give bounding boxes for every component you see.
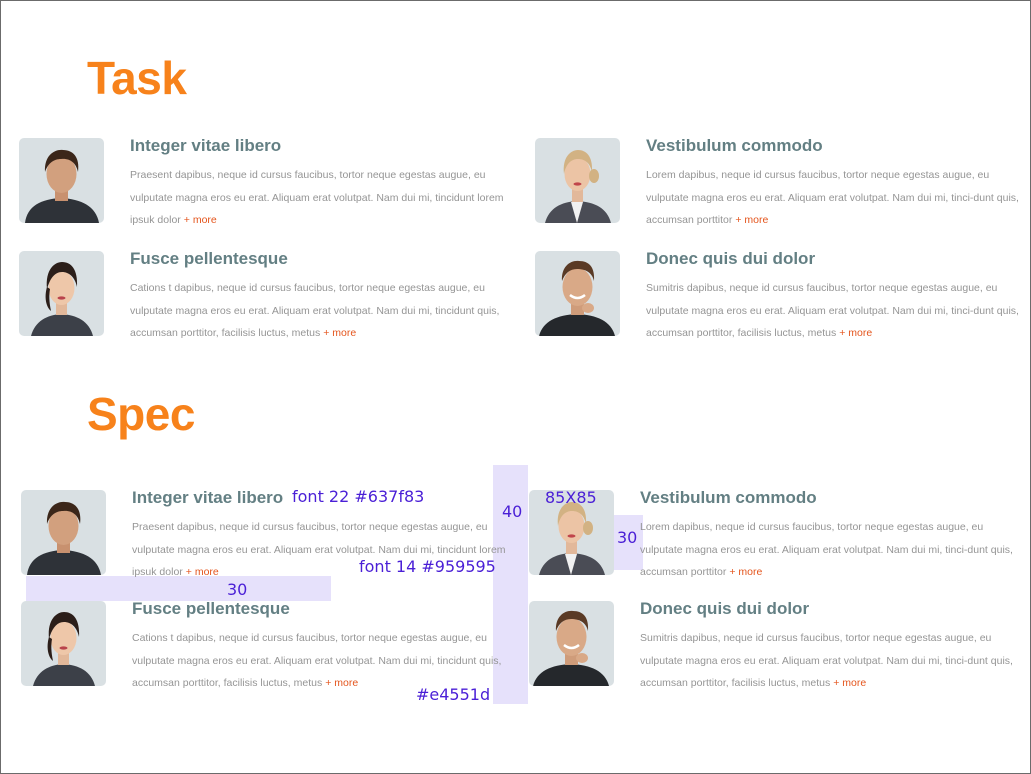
card-body-text: Lorem dapibus, neque id cursus faucibus,…: [646, 169, 1019, 226]
card-body: Praesent dapibus, neque id cursus faucib…: [130, 164, 512, 232]
card-body: Lorem dapibus, neque id cursus faucibus,…: [640, 516, 1022, 584]
task-card-vestibulum: Vestibulum commodo Lorem dapibus, neque …: [535, 136, 1031, 228]
spec-title-font-label: font 22 #637f83: [292, 487, 425, 506]
more-link[interactable]: + more: [186, 566, 219, 578]
task-card-donec: Donec quis dui dolor Sumitris dapibus, n…: [535, 249, 1031, 341]
man-portrait-photo: [529, 601, 614, 686]
card-body-text: Lorem dapibus, neque id cursus faucibus,…: [640, 521, 1013, 578]
man-portrait-photo: [21, 490, 106, 575]
spec-image-size-label: 85X85: [545, 488, 597, 507]
task-section-title: Task: [87, 52, 187, 104]
card-title: Vestibulum commodo: [640, 488, 817, 507]
spec-body-font-label: font 14 #959595: [359, 557, 496, 576]
card-title: Integer vitae libero: [132, 488, 284, 507]
spec-column-gap-label: 40: [502, 502, 523, 521]
card-body: Cations t dapibus, neque id cursus fauci…: [130, 277, 512, 345]
more-link[interactable]: + more: [184, 214, 217, 226]
spec-section-title: Spec: [87, 388, 195, 440]
card-title: Fusce pellentesque: [130, 249, 288, 268]
more-link[interactable]: + more: [839, 327, 872, 339]
card-body: Sumitris dapibus, neque id cursus faucib…: [646, 277, 1028, 345]
card-title: Fusce pellentesque: [132, 599, 290, 618]
woman-portrait-photo: [21, 601, 106, 686]
card-title: Integer vitae libero: [130, 136, 282, 155]
more-link[interactable]: + more: [833, 677, 866, 689]
card-body-text: Cations t dapibus, neque id cursus fauci…: [130, 282, 500, 339]
task-card-integer-vitae: Integer vitae libero Praesent dapibus, n…: [19, 136, 519, 228]
card-body: Sumitris dapibus, neque id cursus faucib…: [640, 627, 1022, 695]
card-body-text: Cations t dapibus, neque id cursus fauci…: [132, 632, 502, 689]
spec-image-text-gap-label: 30: [617, 528, 638, 547]
card-title: Donec quis dui dolor: [646, 249, 816, 268]
more-link[interactable]: + more: [735, 214, 768, 226]
spec-link-color-label: #e4551d: [416, 685, 491, 704]
card-body: Lorem dapibus, neque id cursus faucibus,…: [646, 164, 1028, 232]
card-body-text: Sumitris dapibus, neque id cursus faucib…: [646, 282, 1019, 339]
spec-card-donec: Donec quis dui dolor Sumitris dapibus, n…: [529, 599, 1029, 691]
card-body-text: Sumitris dapibus, neque id cursus faucib…: [640, 632, 1013, 689]
more-link[interactable]: + more: [325, 677, 358, 689]
card-title: Vestibulum commodo: [646, 136, 823, 155]
spec-row-gap-label: 30: [227, 580, 248, 599]
spec-card-fusce: Fusce pellentesque Cations t dapibus, ne…: [21, 599, 521, 691]
spec-card-vestibulum: Vestibulum commodo Lorem dapibus, neque …: [529, 488, 1029, 580]
man-portrait-photo: [19, 138, 104, 223]
woman-portrait-photo: [19, 251, 104, 336]
more-link[interactable]: + more: [729, 566, 762, 578]
more-link[interactable]: + more: [323, 327, 356, 339]
task-card-fusce: Fusce pellentesque Cations t dapibus, ne…: [19, 249, 519, 341]
card-title: Donec quis dui dolor: [640, 599, 810, 618]
woman-portrait-photo: [535, 138, 620, 223]
man-portrait-photo: [535, 251, 620, 336]
